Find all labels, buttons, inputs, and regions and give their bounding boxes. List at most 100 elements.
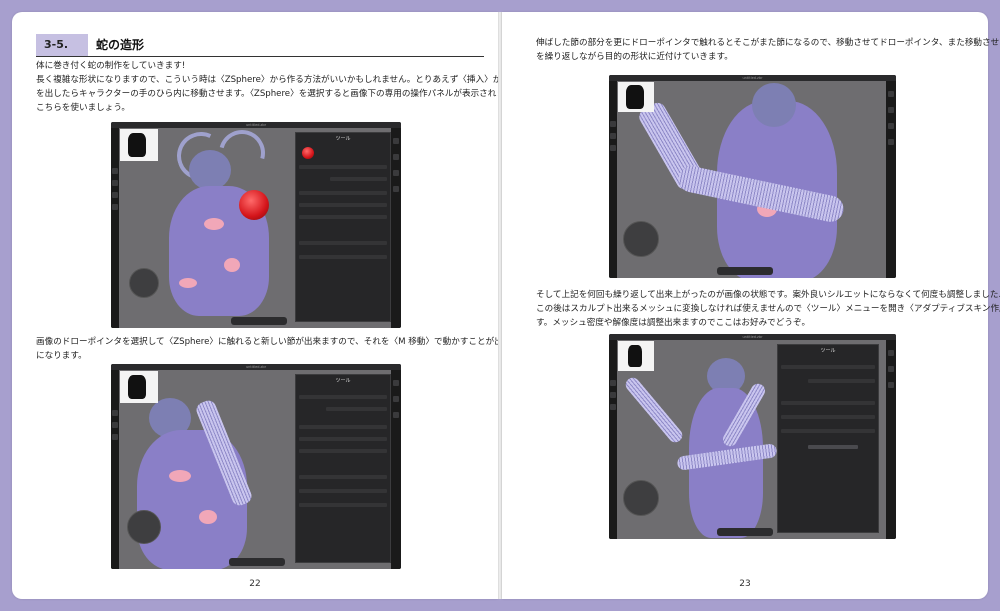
section-number: 3-5. [36, 34, 88, 56]
scale-icon[interactable] [393, 412, 399, 418]
right-toolbar [886, 81, 896, 278]
snake-chain[interactable] [622, 374, 686, 446]
model-highlight [179, 278, 197, 288]
frame-icon[interactable] [888, 139, 894, 145]
rotate-icon[interactable] [888, 350, 894, 356]
stroke-tool-icon[interactable] [610, 133, 616, 139]
model-highlight [224, 258, 240, 272]
text-line: この後はスカルプト出来るメッシュに変換しなければ使えませんので〈ツール〉メニュー… [536, 304, 1000, 314]
text-line: を繰り返しながら目的の形状に近付けていきます。 [536, 52, 733, 62]
brush-tool-icon[interactable] [610, 121, 616, 127]
zsphere-icon[interactable] [302, 147, 314, 159]
scale-icon[interactable] [393, 170, 399, 176]
tool-panel: ツール [295, 132, 391, 322]
brush-tool-icon[interactable] [112, 168, 118, 174]
page-number: 23 [739, 579, 751, 589]
paragraph-adaptive-skin: そして上記を何回も繰り返して出来上がったのが画像の状態です。案外良いシルエットに… [536, 288, 1000, 330]
silhouette-image [628, 345, 642, 367]
panel-row[interactable] [299, 165, 387, 169]
panel-row[interactable] [299, 203, 387, 207]
move-icon[interactable] [888, 366, 894, 372]
brush-tool-icon[interactable] [610, 380, 616, 386]
navigation-gizmo[interactable] [623, 221, 659, 257]
tool-panel-title: ツール [335, 378, 351, 384]
panel-row[interactable] [299, 215, 387, 219]
left-toolbar [609, 81, 617, 278]
move-icon[interactable] [393, 396, 399, 402]
panel-row[interactable] [299, 503, 387, 507]
navigation-gizmo[interactable] [127, 510, 161, 544]
model-head [189, 150, 231, 190]
frame-icon[interactable] [393, 186, 399, 192]
text-line: になります。 [36, 351, 87, 361]
left-toolbar [609, 340, 617, 539]
stroke-tool-icon[interactable] [610, 392, 616, 398]
silhouette-image [626, 85, 644, 109]
zsphere-control-bar[interactable] [229, 558, 285, 566]
move-icon[interactable] [393, 154, 399, 160]
resolution-slider[interactable] [781, 415, 875, 419]
text-line: そして上記を何回も繰り返して出来上がったのが画像の状態です。案外良いシルエットに… [536, 290, 1000, 300]
zsphere-control-bar[interactable] [231, 317, 287, 325]
panel-row[interactable] [781, 401, 875, 405]
scale-icon[interactable] [888, 123, 894, 129]
zsphere-ball[interactable] [239, 190, 269, 220]
text-line: を出したらキャラクターの手のひら内に移動させます。〈ZSphere〉を選択すると… [36, 89, 531, 99]
left-toolbar [111, 370, 119, 569]
panel-row[interactable] [299, 475, 387, 479]
panel-row[interactable] [299, 449, 387, 453]
left-toolbar [111, 128, 119, 328]
text-line: 体に巻き付く蛇の制作をしていきます! [36, 61, 186, 71]
tool-panel-title: ツール [820, 348, 836, 354]
screenshot-snake-extend: untitled.zbr [609, 75, 896, 278]
silhouette-image [128, 375, 146, 399]
scale-icon[interactable] [888, 382, 894, 388]
panel-row[interactable] [808, 379, 875, 383]
screenshot-adaptive-skin: untitled.zbr ツール [609, 334, 896, 539]
text-line: こちらを使いましょう。 [36, 103, 131, 113]
rotate-icon[interactable] [888, 91, 894, 97]
right-toolbar [391, 128, 401, 328]
paragraph-repeat: 伸ばした節の部分を更にドローポインタで触れるとそこがまた節になるので、移動させて… [536, 36, 1000, 64]
panel-row[interactable] [326, 407, 387, 411]
panel-row[interactable] [299, 255, 387, 259]
color-tool-icon[interactable] [610, 145, 616, 151]
paragraph-intro: 体に巻き付く蛇の制作をしていきます! 長く複雑な形状になりますので、こういう時は… [36, 59, 563, 115]
move-icon[interactable] [888, 107, 894, 113]
panel-row[interactable] [299, 437, 387, 441]
page-number: 22 [249, 579, 261, 589]
text-line: 伸ばした節の部分を更にドローポインタで触れるとそこがまた節になるので、移動させて… [536, 38, 1000, 48]
panel-row[interactable] [299, 489, 387, 493]
panel-row[interactable] [330, 177, 387, 181]
color-tool-icon[interactable] [112, 192, 118, 198]
model-highlight [199, 510, 217, 524]
tool-panel: ツール [295, 374, 391, 563]
section-title: 蛇の造形 [96, 38, 145, 52]
color-tool-icon[interactable] [610, 404, 616, 410]
navigation-gizmo[interactable] [623, 480, 659, 516]
viewport[interactable] [617, 81, 886, 278]
panel-row[interactable] [299, 395, 387, 399]
reference-thumbnail [120, 129, 158, 161]
density-slider[interactable] [781, 429, 875, 433]
stroke-tool-icon[interactable] [112, 422, 118, 428]
reference-thumbnail [120, 371, 158, 403]
zsphere-control-bar[interactable] [717, 267, 773, 275]
adaptive-skin-button[interactable] [808, 445, 858, 449]
rotate-icon[interactable] [393, 380, 399, 386]
screenshot-zsphere-insert: untitled.zbr ツール [111, 122, 401, 328]
panel-row[interactable] [299, 241, 387, 245]
color-tool-icon[interactable] [112, 434, 118, 440]
navigation-gizmo[interactable] [129, 268, 159, 298]
brush-tool-icon[interactable] [112, 410, 118, 416]
reference-thumbnail [618, 82, 654, 112]
zsphere-control-bar[interactable] [717, 528, 773, 536]
panel-row[interactable] [299, 191, 387, 195]
panel-row[interactable] [299, 425, 387, 429]
reference-thumbnail [618, 341, 654, 371]
panel-row[interactable] [781, 365, 875, 369]
material-tool-icon[interactable] [112, 204, 118, 210]
stroke-tool-icon[interactable] [112, 180, 118, 186]
text-line: す。メッシュ密度や解像度は調整出来ますのでここはお好みでどうぞ。 [536, 318, 811, 328]
rotate-icon[interactable] [393, 138, 399, 144]
